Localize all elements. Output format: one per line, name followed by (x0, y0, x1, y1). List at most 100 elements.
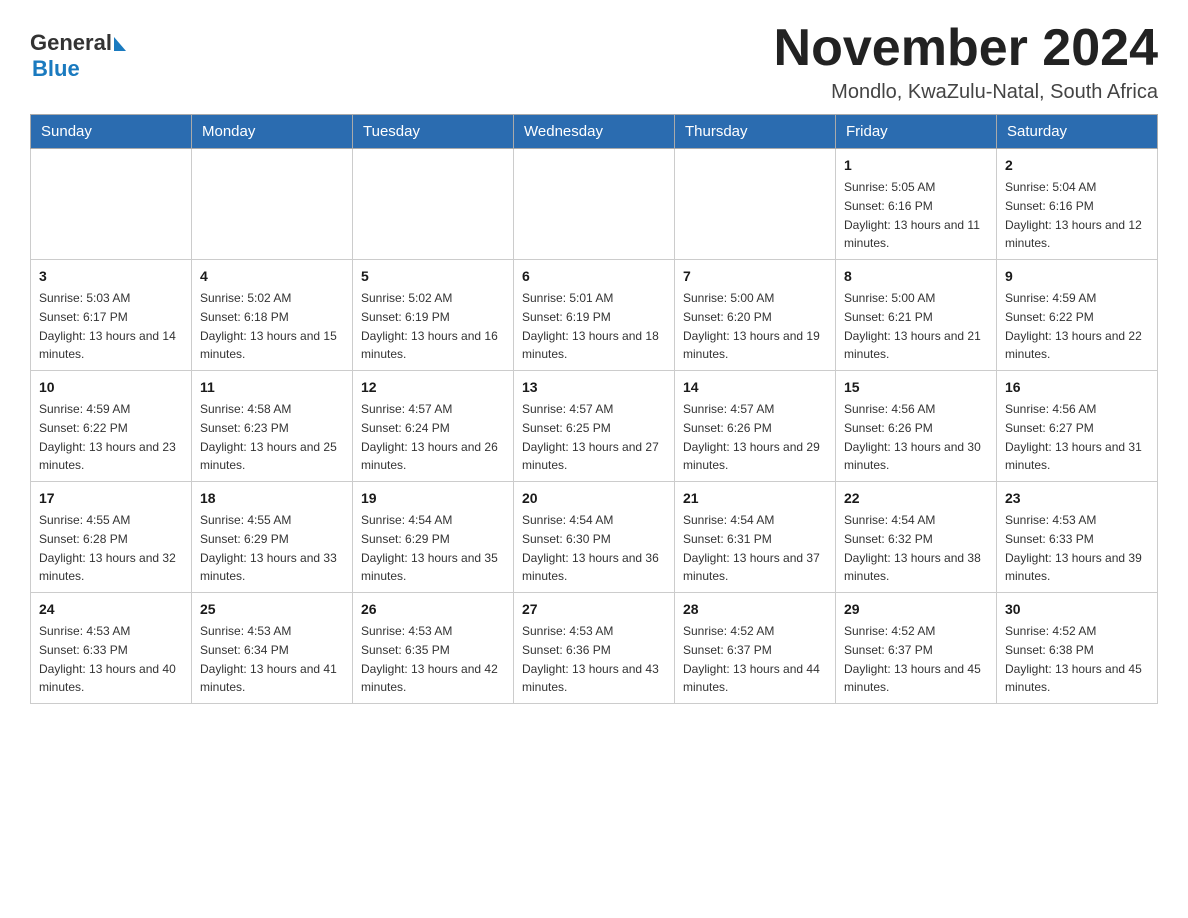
calendar-cell-w3-d6: 16Sunrise: 4:56 AMSunset: 6:27 PMDayligh… (997, 371, 1158, 482)
day-number: 16 (1005, 377, 1149, 398)
day-info: Sunrise: 4:53 AMSunset: 6:34 PMDaylight:… (200, 624, 337, 694)
day-number: 12 (361, 377, 505, 398)
month-title: November 2024 (774, 20, 1158, 77)
calendar-cell-w3-d2: 12 Sunrise: 4:57 AMSunset: 6:24 PMDayligh… (353, 371, 514, 482)
day-number: 8 (844, 266, 988, 287)
day-info: Sunrise: 4:59 AMSunset: 6:22 PMDaylight:… (39, 402, 176, 472)
calendar-cell-w2-d5: 8 Sunrise: 5:00 AMSunset: 6:21 PMDaylight… (836, 260, 997, 371)
header-saturday: Saturday (997, 115, 1158, 149)
calendar-cell-w4-d2: 19Sunrise: 4:54 AMSunset: 6:29 PMDayligh… (353, 482, 514, 593)
logo-blue-text: Blue (32, 56, 80, 81)
calendar-cell-w5-d6: 30 Sunrise: 4:52 AMSunset: 6:38 PMDayligh… (997, 593, 1158, 704)
calendar-cell-w1-d5: 1Sunrise: 5:05 AMSunset: 6:16 PMDaylight… (836, 149, 997, 260)
day-info: Sunrise: 4:54 AMSunset: 6:31 PMDaylight:… (683, 513, 820, 583)
day-number: 4 (200, 266, 344, 287)
day-number: 15 (844, 377, 988, 398)
calendar-cell-w2-d0: 3 Sunrise: 5:03 AMSunset: 6:17 PMDaylight… (31, 260, 192, 371)
day-number: 28 (683, 599, 827, 620)
day-info: Sunrise: 5:04 AMSunset: 6:16 PMDaylight:… (1005, 180, 1142, 250)
day-number: 29 (844, 599, 988, 620)
week-row-1: 1Sunrise: 5:05 AMSunset: 6:16 PMDaylight… (31, 149, 1158, 260)
day-info: Sunrise: 4:59 AMSunset: 6:22 PMDaylight:… (1005, 291, 1142, 361)
day-number: 11 (200, 377, 344, 398)
day-info: Sunrise: 5:02 AMSunset: 6:19 PMDaylight:… (361, 291, 498, 361)
day-info: Sunrise: 5:00 AMSunset: 6:21 PMDaylight:… (844, 291, 981, 361)
day-number: 17 (39, 488, 183, 509)
calendar-cell-w1-d3 (514, 149, 675, 260)
day-number: 23 (1005, 488, 1149, 509)
calendar-cell-w5-d5: 29 Sunrise: 4:52 AMSunset: 6:37 PMDayligh… (836, 593, 997, 704)
calendar-table: Sunday Monday Tuesday Wednesday Thursday… (30, 114, 1158, 704)
day-info: Sunrise: 4:53 AMSunset: 6:36 PMDaylight:… (522, 624, 659, 694)
day-number: 3 (39, 266, 183, 287)
calendar-cell-w5-d3: 27 Sunrise: 4:53 AMSunset: 6:36 PMDayligh… (514, 593, 675, 704)
week-row-3: 10Sunrise: 4:59 AMSunset: 6:22 PMDayligh… (31, 371, 1158, 482)
calendar-cell-w4-d3: 20Sunrise: 4:54 AMSunset: 6:30 PMDayligh… (514, 482, 675, 593)
calendar-cell-w1-d2 (353, 149, 514, 260)
header-monday: Monday (192, 115, 353, 149)
calendar-cell-w3-d0: 10Sunrise: 4:59 AMSunset: 6:22 PMDayligh… (31, 371, 192, 482)
calendar-cell-w3-d5: 15 Sunrise: 4:56 AMSunset: 6:26 PMDayligh… (836, 371, 997, 482)
day-info: Sunrise: 4:57 AMSunset: 6:25 PMDaylight:… (522, 402, 659, 472)
day-info: Sunrise: 4:53 AMSunset: 6:33 PMDaylight:… (39, 624, 176, 694)
page-header: General Blue November 2024 Mondlo, KwaZu… (30, 20, 1158, 104)
logo-line2: Blue (32, 56, 126, 82)
day-number: 7 (683, 266, 827, 287)
day-number: 9 (1005, 266, 1149, 287)
calendar-cell-w3-d3: 13Sunrise: 4:57 AMSunset: 6:25 PMDayligh… (514, 371, 675, 482)
day-number: 22 (844, 488, 988, 509)
day-info: Sunrise: 4:53 AMSunset: 6:33 PMDaylight:… (1005, 513, 1142, 583)
day-info: Sunrise: 5:03 AMSunset: 6:17 PMDaylight:… (39, 291, 176, 361)
week-row-5: 24 Sunrise: 4:53 AMSunset: 6:33 PMDayligh… (31, 593, 1158, 704)
logo-line1: General (30, 30, 126, 56)
calendar-cell-w4-d1: 18Sunrise: 4:55 AMSunset: 6:29 PMDayligh… (192, 482, 353, 593)
title-area: November 2024 Mondlo, KwaZulu-Natal, Sou… (774, 20, 1158, 104)
calendar-cell-w2-d6: 9 Sunrise: 4:59 AMSunset: 6:22 PMDaylight… (997, 260, 1158, 371)
calendar-cell-w3-d4: 14 Sunrise: 4:57 AMSunset: 6:26 PMDayligh… (675, 371, 836, 482)
week-row-4: 17Sunrise: 4:55 AMSunset: 6:28 PMDayligh… (31, 482, 1158, 593)
calendar-cell-w5-d0: 24 Sunrise: 4:53 AMSunset: 6:33 PMDayligh… (31, 593, 192, 704)
day-info: Sunrise: 5:05 AMSunset: 6:16 PMDaylight:… (844, 180, 980, 250)
calendar-cell-w3-d1: 11 Sunrise: 4:58 AMSunset: 6:23 PMDayligh… (192, 371, 353, 482)
day-number: 14 (683, 377, 827, 398)
calendar-cell-w1-d0 (31, 149, 192, 260)
day-number: 24 (39, 599, 183, 620)
day-info: Sunrise: 4:58 AMSunset: 6:23 PMDaylight:… (200, 402, 337, 472)
day-number: 6 (522, 266, 666, 287)
calendar-cell-w4-d6: 23 Sunrise: 4:53 AMSunset: 6:33 PMDayligh… (997, 482, 1158, 593)
logo-general-text: General (30, 30, 112, 56)
day-number: 26 (361, 599, 505, 620)
day-info: Sunrise: 5:01 AMSunset: 6:19 PMDaylight:… (522, 291, 659, 361)
calendar-cell-w5-d4: 28 Sunrise: 4:52 AMSunset: 6:37 PMDayligh… (675, 593, 836, 704)
day-number: 19 (361, 488, 505, 509)
calendar-cell-w4-d5: 22Sunrise: 4:54 AMSunset: 6:32 PMDayligh… (836, 482, 997, 593)
day-info: Sunrise: 4:56 AMSunset: 6:26 PMDaylight:… (844, 402, 981, 472)
header-tuesday: Tuesday (353, 115, 514, 149)
day-info: Sunrise: 4:52 AMSunset: 6:37 PMDaylight:… (844, 624, 981, 694)
header-friday: Friday (836, 115, 997, 149)
day-info: Sunrise: 4:52 AMSunset: 6:38 PMDaylight:… (1005, 624, 1142, 694)
header-sunday: Sunday (31, 115, 192, 149)
day-number: 30 (1005, 599, 1149, 620)
day-info: Sunrise: 4:52 AMSunset: 6:37 PMDaylight:… (683, 624, 820, 694)
header-wednesday: Wednesday (514, 115, 675, 149)
day-info: Sunrise: 4:53 AMSunset: 6:35 PMDaylight:… (361, 624, 498, 694)
day-info: Sunrise: 5:00 AMSunset: 6:20 PMDaylight:… (683, 291, 820, 361)
logo: General Blue (30, 20, 126, 82)
calendar-header: Sunday Monday Tuesday Wednesday Thursday… (31, 115, 1158, 149)
day-info: Sunrise: 4:57 AMSunset: 6:24 PMDaylight:… (361, 402, 498, 472)
location-subtitle: Mondlo, KwaZulu-Natal, South Africa (774, 81, 1158, 104)
calendar-cell-w2-d2: 5 Sunrise: 5:02 AMSunset: 6:19 PMDaylight… (353, 260, 514, 371)
calendar-cell-w1-d4 (675, 149, 836, 260)
day-number: 2 (1005, 155, 1149, 176)
day-number: 5 (361, 266, 505, 287)
header-thursday: Thursday (675, 115, 836, 149)
calendar-cell-w5-d1: 25Sunrise: 4:53 AMSunset: 6:34 PMDayligh… (192, 593, 353, 704)
day-info: Sunrise: 4:54 AMSunset: 6:30 PMDaylight:… (522, 513, 659, 583)
week-row-2: 3 Sunrise: 5:03 AMSunset: 6:17 PMDaylight… (31, 260, 1158, 371)
day-info: Sunrise: 4:57 AMSunset: 6:26 PMDaylight:… (683, 402, 820, 472)
calendar-cell-w2-d4: 7 Sunrise: 5:00 AMSunset: 6:20 PMDaylight… (675, 260, 836, 371)
calendar-body: 1Sunrise: 5:05 AMSunset: 6:16 PMDaylight… (31, 149, 1158, 704)
calendar-cell-w1-d1 (192, 149, 353, 260)
day-number: 27 (522, 599, 666, 620)
